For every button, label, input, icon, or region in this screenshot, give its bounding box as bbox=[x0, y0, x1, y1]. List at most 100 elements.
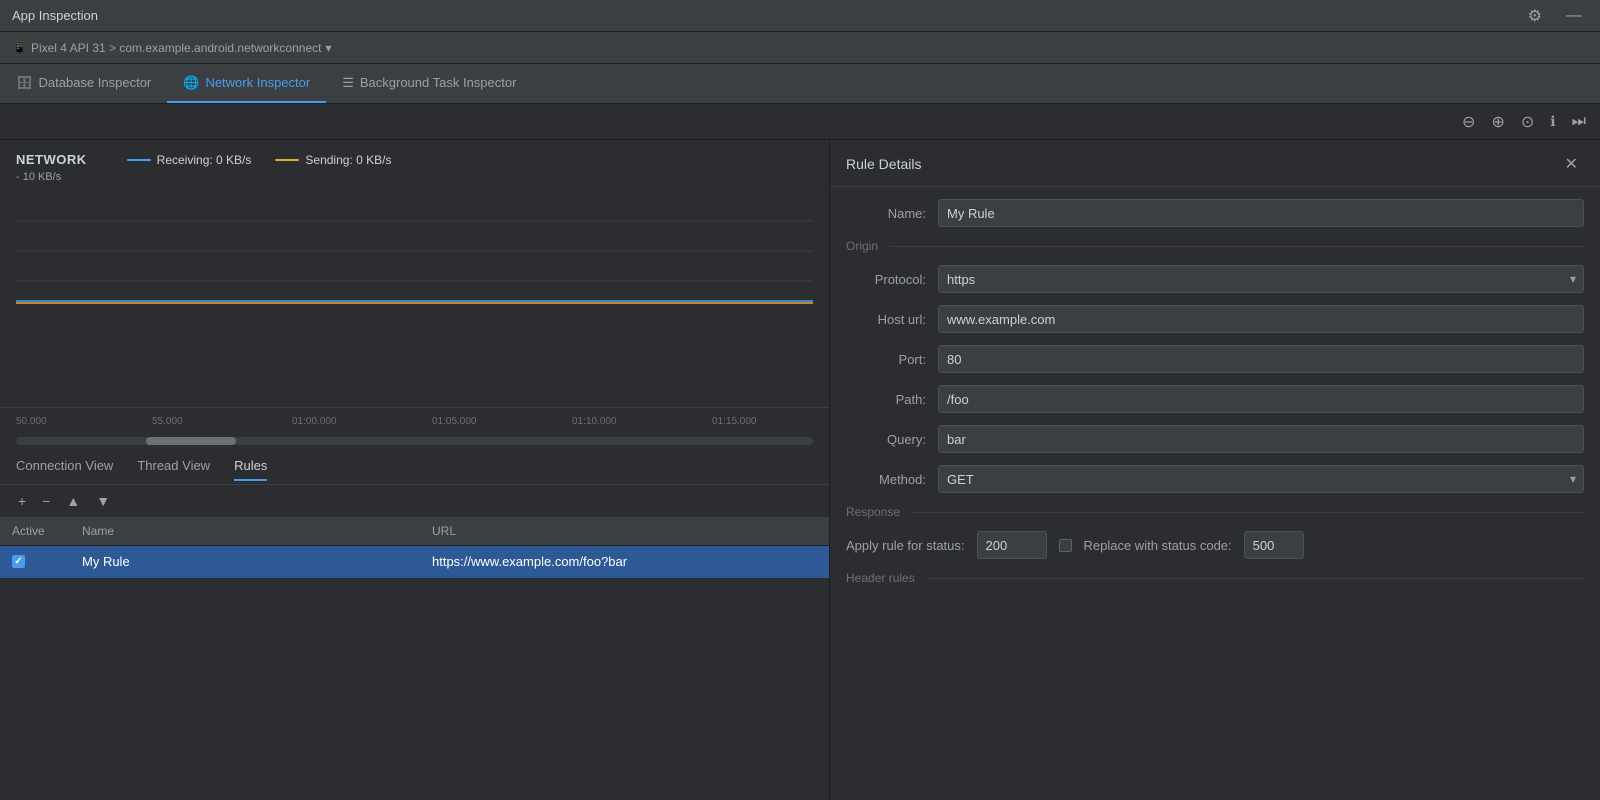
tab-rules[interactable]: Rules bbox=[234, 452, 267, 481]
response-label: Response bbox=[846, 505, 900, 519]
device-chevron-icon[interactable]: ▾ bbox=[325, 41, 331, 55]
tab-network-inspector[interactable]: 🌐 Network Inspector bbox=[167, 64, 326, 103]
record-button[interactable]: ℹ bbox=[1544, 109, 1561, 134]
network-icon: 🌐 bbox=[183, 75, 199, 91]
sending-line bbox=[275, 159, 299, 161]
sending-legend: Sending: 0 KB/s bbox=[275, 153, 391, 167]
tab-connection-view[interactable]: Connection View bbox=[16, 452, 113, 481]
zoom-out-button[interactable]: ⊖ bbox=[1456, 108, 1481, 136]
zoom-in-button[interactable]: ⊕ bbox=[1485, 108, 1510, 136]
method-form-row: Method: GET POST PUT DELETE PATCH ANY bbox=[846, 465, 1584, 493]
name-form-row: Name: bbox=[846, 199, 1584, 227]
timeline-labels: 50.000 55.000 01:00.000 01:05.000 01:10.… bbox=[0, 408, 829, 435]
table-controls: + − ▲ ▼ bbox=[0, 485, 829, 518]
query-input[interactable] bbox=[938, 425, 1584, 453]
reset-zoom-button[interactable]: ⊙ bbox=[1515, 108, 1540, 136]
tab-background-inspector[interactable]: ☰ Background Task Inspector bbox=[326, 64, 532, 103]
timeline-label-3: 01:00.000 bbox=[292, 416, 337, 427]
receiving-legend: Receiving: 0 KB/s bbox=[127, 153, 252, 167]
name-label: Name: bbox=[846, 206, 926, 221]
rule-url-cell: https://www.example.com/foo?bar bbox=[432, 554, 817, 569]
timeline-label-1: 50.000 bbox=[16, 416, 47, 427]
protocol-select[interactable]: https http any bbox=[938, 265, 1584, 293]
timeline-label-6: 01:15.000 bbox=[712, 416, 757, 427]
col-header-active: Active bbox=[12, 524, 82, 538]
name-input[interactable] bbox=[938, 199, 1584, 227]
form-content: Name: Origin Protocol: https http any bbox=[830, 187, 1600, 609]
header-rules-section-divider: Header rules bbox=[846, 571, 1584, 585]
right-panel: Rule Details ✕ Name: Origin Protocol: ht… bbox=[830, 140, 1600, 800]
col-header-name: Name bbox=[82, 524, 432, 538]
main-toolbar: ⊖ ⊕ ⊙ ℹ ⏭ bbox=[0, 104, 1600, 140]
chart-legend: Receiving: 0 KB/s Sending: 0 KB/s bbox=[127, 153, 392, 167]
move-up-button[interactable]: ▲ bbox=[60, 491, 86, 511]
response-section-divider: Response bbox=[846, 505, 1584, 519]
timeline-label-5: 01:10.000 bbox=[572, 416, 617, 427]
settings-button[interactable]: ⚙ bbox=[1522, 2, 1548, 30]
app-title: App Inspection bbox=[12, 8, 98, 23]
rule-details-title: Rule Details bbox=[846, 156, 921, 172]
remove-rule-button[interactable]: − bbox=[36, 491, 56, 511]
path-label: Path: bbox=[846, 392, 926, 407]
chart-subtitle: - 10 KB/s bbox=[16, 171, 813, 183]
host-url-label: Host url: bbox=[846, 312, 926, 327]
method-select-wrapper: GET POST PUT DELETE PATCH ANY bbox=[938, 465, 1584, 493]
response-divider-line bbox=[912, 512, 1584, 513]
header-rules-label: Header rules bbox=[846, 571, 915, 585]
device-icon: 📱 bbox=[12, 41, 27, 55]
timeline-scrollbar[interactable] bbox=[16, 437, 813, 445]
close-rule-details-button[interactable]: ✕ bbox=[1559, 152, 1584, 176]
tab-database-inspector[interactable]: 🗄 Database Inspector bbox=[0, 64, 167, 103]
port-label: Port: bbox=[846, 352, 926, 367]
protocol-select-wrapper: https http any bbox=[938, 265, 1584, 293]
response-form-row: Apply rule for status: Replace with stat… bbox=[846, 531, 1584, 559]
timeline-axis: 50.000 55.000 01:00.000 01:05.000 01:10.… bbox=[0, 407, 829, 435]
tab-bar: 🗄 Database Inspector 🌐 Network Inspector… bbox=[0, 64, 1600, 104]
skip-button[interactable]: ⏭ bbox=[1566, 109, 1592, 135]
background-icon: ☰ bbox=[342, 75, 354, 91]
timeline-label-2: 55.000 bbox=[152, 416, 183, 427]
move-down-button[interactable]: ▼ bbox=[90, 491, 116, 511]
col-header-url: URL bbox=[432, 524, 817, 538]
apply-rule-label: Apply rule for status: bbox=[846, 538, 965, 553]
origin-label: Origin bbox=[846, 239, 878, 253]
header-rules-divider-line bbox=[927, 578, 1584, 579]
tab-thread-view[interactable]: Thread View bbox=[137, 452, 210, 481]
path-input[interactable] bbox=[938, 385, 1584, 413]
timeline-label-4: 01:05.000 bbox=[432, 416, 477, 427]
replace-checkbox[interactable] bbox=[1059, 539, 1072, 552]
apply-rule-status-input[interactable] bbox=[977, 531, 1047, 559]
protocol-label: Protocol: bbox=[846, 272, 926, 287]
path-form-row: Path: bbox=[846, 385, 1584, 413]
query-form-row: Query: bbox=[846, 425, 1584, 453]
left-panel: NETWORK Receiving: 0 KB/s Sending: 0 KB/… bbox=[0, 140, 830, 800]
receiving-label: Receiving: 0 KB/s bbox=[157, 153, 252, 167]
method-label: Method: bbox=[846, 472, 926, 487]
port-input[interactable] bbox=[938, 345, 1584, 373]
method-select[interactable]: GET POST PUT DELETE PATCH ANY bbox=[938, 465, 1584, 493]
minimize-button[interactable]: — bbox=[1560, 3, 1588, 29]
host-url-input[interactable] bbox=[938, 305, 1584, 333]
replace-status-input[interactable] bbox=[1244, 531, 1304, 559]
rules-table: My Rule https://www.example.com/foo?bar bbox=[0, 546, 829, 800]
timeline-scrollbar-thumb[interactable] bbox=[146, 437, 236, 445]
query-label: Query: bbox=[846, 432, 926, 447]
origin-section-divider: Origin bbox=[846, 239, 1584, 253]
rule-details-header: Rule Details ✕ bbox=[830, 140, 1600, 187]
rule-name-cell: My Rule bbox=[82, 554, 432, 569]
chart-svg-container bbox=[16, 191, 813, 311]
add-rule-button[interactable]: + bbox=[12, 491, 32, 511]
rule-active-checkbox[interactable] bbox=[12, 555, 25, 568]
main-layout: NETWORK Receiving: 0 KB/s Sending: 0 KB/… bbox=[0, 140, 1600, 800]
table-header: Active Name URL bbox=[0, 518, 829, 546]
sub-tabs: Connection View Thread View Rules bbox=[0, 449, 829, 485]
title-bar: App Inspection ⚙ — bbox=[0, 0, 1600, 32]
table-row[interactable]: My Rule https://www.example.com/foo?bar bbox=[0, 546, 829, 578]
replace-with-label: Replace with status code: bbox=[1084, 538, 1232, 553]
host-url-form-row: Host url: bbox=[846, 305, 1584, 333]
rule-active-cell bbox=[12, 555, 82, 568]
device-bar: 📱 Pixel 4 API 31 > com.example.android.n… bbox=[0, 32, 1600, 64]
port-form-row: Port: bbox=[846, 345, 1584, 373]
receiving-line bbox=[127, 159, 151, 161]
chart-title: NETWORK bbox=[16, 152, 87, 167]
